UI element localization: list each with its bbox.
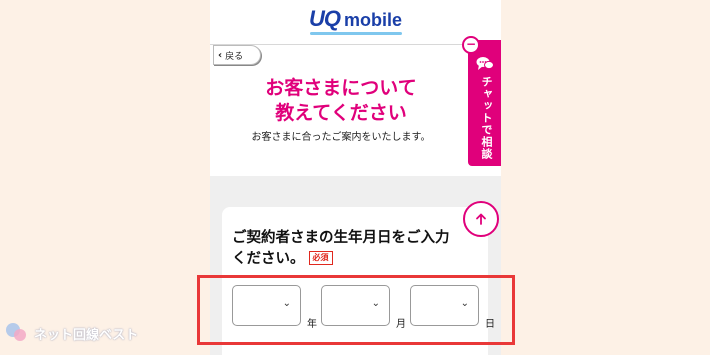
dob-question-heading: ご契約者さまの生年月日をご入力 ください。 必須 bbox=[232, 228, 482, 270]
heading-line-2-row: ください。 必須 bbox=[232, 249, 482, 270]
chat-bubble-icon bbox=[476, 57, 494, 70]
chevron-left-icon: ‹ bbox=[218, 49, 223, 61]
page-subtitle: お客さまに合ったご案内をいたします。 bbox=[251, 132, 431, 143]
logo-mobile-text: mobile bbox=[343, 10, 402, 30]
heading-line-2: ください。 bbox=[232, 251, 305, 267]
watermark-logo-icon bbox=[6, 321, 28, 345]
page-title: お客さまについて 教えてください bbox=[210, 76, 472, 126]
title-line-1: お客さまについて bbox=[265, 77, 417, 99]
heading-line-1: ご契約者さまの生年月日をご入力 bbox=[232, 230, 450, 246]
required-badge: 必須 bbox=[308, 251, 333, 265]
scroll-to-top-button[interactable] bbox=[463, 201, 499, 237]
chat-consult-tab[interactable]: − チャットで相談 bbox=[462, 36, 501, 166]
site-watermark: ネット回線ベスト bbox=[6, 319, 138, 347]
logo-swoosh bbox=[310, 32, 402, 35]
back-label: 戻る bbox=[225, 51, 244, 62]
collapse-chat-button[interactable]: − bbox=[462, 36, 480, 54]
highlight-box bbox=[197, 275, 515, 345]
logo-uq-text: UQ bbox=[308, 6, 341, 31]
arrow-up-icon bbox=[476, 213, 486, 225]
watermark-text: ネット回線ベスト bbox=[34, 327, 139, 343]
chat-tab-label: チャットで相談 bbox=[480, 76, 493, 160]
uq-mobile-logo[interactable]: UQ mobile bbox=[210, 6, 501, 36]
back-button[interactable]: ‹ 戻る bbox=[213, 45, 261, 65]
title-line-2: 教えてください bbox=[275, 102, 407, 124]
